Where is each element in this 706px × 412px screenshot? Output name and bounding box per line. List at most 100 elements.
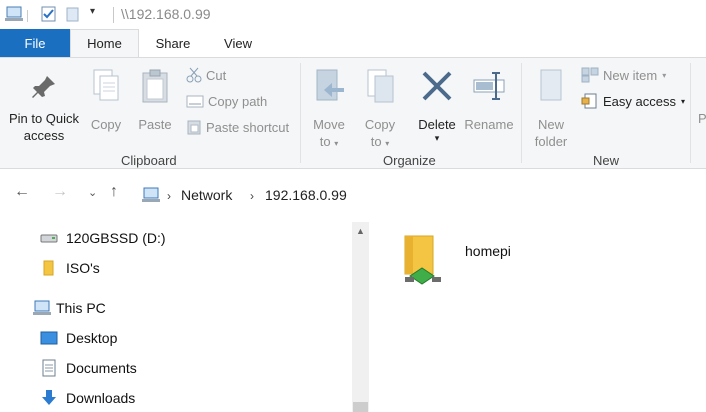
breadcrumb-chevron-icon[interactable]: › [167, 189, 171, 203]
breadcrumb-chevron-icon[interactable]: › [250, 189, 254, 203]
nav-item-isos[interactable]: ISO's [40, 256, 100, 280]
network-folder-icon [404, 235, 441, 285]
easy-access-icon [581, 93, 597, 109]
copy-label: Copy [90, 117, 122, 132]
group-divider [521, 63, 522, 163]
pin-to-quick-access-button[interactable]: Pin to Quick access [4, 64, 84, 146]
nav-item-label: ISO's [66, 260, 100, 276]
qat-divider [27, 10, 28, 22]
scrollbar-thumb[interactable] [353, 402, 368, 412]
copy-to-label-line2-text: to [370, 134, 382, 149]
nav-item-drive-d[interactable]: 120GBSSD (D:) [40, 226, 166, 250]
nav-item-documents[interactable]: Documents [40, 356, 137, 380]
nav-item-downloads[interactable]: Downloads [40, 386, 135, 410]
new-folder-label-line2: folder [534, 134, 568, 149]
new-folder-qat-icon[interactable] [65, 5, 81, 23]
this-pc-icon [33, 300, 51, 315]
copy-path-icon [186, 95, 204, 108]
move-to-label-line2: to ▾ [306, 133, 352, 152]
back-arrow-icon[interactable]: ← [14, 183, 30, 201]
copy-to-icon [367, 69, 394, 103]
properties-icon[interactable] [40, 5, 58, 23]
new-folder-label-line1: New [537, 117, 564, 132]
pin-label-line2: access [23, 128, 65, 143]
network-share-item[interactable]: homepi [400, 232, 520, 292]
move-to-label-line1: Move [313, 117, 345, 132]
paste-button[interactable]: Paste [134, 64, 176, 146]
ribbon: Pin to Quick access Copy Paste Cut Copy … [0, 57, 706, 169]
copy-to-button[interactable]: Copy to ▾ [357, 64, 403, 149]
rename-button[interactable]: Rename [463, 64, 515, 146]
nav-item-label: This PC [56, 300, 106, 316]
copy-to-label-line2: to ▾ [357, 133, 403, 152]
group-divider [690, 63, 691, 163]
download-arrow-icon [42, 390, 56, 405]
title-bar [0, 0, 706, 29]
new-folder-icon [540, 69, 562, 101]
folder-icon [43, 260, 54, 276]
nav-item-label: Desktop [66, 330, 118, 346]
forward-arrow-icon[interactable]: → [52, 183, 68, 201]
recent-locations-chevron-icon[interactable]: ⌄ [88, 186, 97, 199]
new-item-label: New item [603, 67, 658, 83]
paste-label: Paste [138, 117, 172, 132]
clipboard-group-label: Clipboard [121, 153, 177, 168]
nav-pane-scrollbar[interactable] [352, 222, 369, 412]
copy-button[interactable]: Copy [86, 64, 126, 146]
computer-icon [5, 6, 23, 21]
pin-icon [32, 76, 55, 98]
move-to-button[interactable]: Move to ▾ [306, 64, 352, 149]
new-group-label: New [593, 153, 620, 168]
new-item-dropdown-arrow: ▾ [662, 70, 667, 80]
group-divider [300, 63, 301, 163]
copy-path-label: Copy path [208, 93, 268, 109]
new-folder-button[interactable]: New folder [527, 64, 575, 149]
title-divider [113, 7, 114, 23]
new-item-icon [581, 67, 599, 83]
move-to-icon [316, 69, 344, 101]
scroll-up-arrow-icon[interactable]: ▲ [352, 222, 369, 239]
move-to-label-line2-text: to [319, 134, 331, 149]
tab-view[interactable]: View [212, 29, 264, 57]
paste-shortcut-button[interactable]: Paste shortcut [186, 119, 289, 135]
nav-item-desktop[interactable]: Desktop [40, 326, 117, 350]
network-icon [142, 187, 160, 202]
paste-icon [142, 69, 168, 103]
nav-item-label: 120GBSSD (D:) [66, 230, 166, 246]
easy-access-dropdown-arrow: ▾ [680, 96, 685, 106]
pin-label-line1: Pin to Quick [8, 111, 80, 126]
tab-share[interactable]: Share [145, 29, 201, 57]
drive-icon [40, 234, 58, 243]
rename-icon [473, 72, 505, 100]
paste-shortcut-label: Paste shortcut [206, 119, 290, 135]
share-name-label: homepi [465, 243, 511, 259]
copy-path-button[interactable]: Copy path [186, 93, 267, 109]
customize-qat-dropdown[interactable]: ▾ [90, 6, 95, 17]
scissors-icon [186, 67, 202, 83]
delete-x-icon [422, 71, 452, 101]
up-arrow-icon[interactable]: ↑ [110, 183, 118, 201]
cut-button[interactable]: Cut [186, 67, 226, 83]
rename-label: Rename [464, 117, 514, 132]
new-item-button[interactable]: New item ▾ [581, 67, 666, 83]
window-title: \\192.168.0.99 [121, 6, 211, 22]
easy-access-button[interactable]: Easy access ▾ [581, 93, 685, 109]
copy-to-label-line1: Copy [364, 117, 396, 132]
delete-button[interactable]: Delete ▾ [414, 64, 460, 146]
breadcrumb-ip[interactable]: 192.168.0.99 [265, 187, 347, 203]
breadcrumb-network[interactable]: Network [181, 187, 232, 203]
documents-icon [42, 359, 56, 377]
copy-icon [93, 69, 119, 101]
delete-dropdown-arrow[interactable]: ▾ [414, 130, 460, 147]
copy-to-dropdown-arrow: ▾ [385, 139, 390, 148]
nav-item-label: Documents [66, 360, 137, 376]
tab-home[interactable]: Home [70, 29, 139, 57]
nav-item-this-pc[interactable]: This PC [32, 296, 106, 320]
tab-file[interactable]: File [0, 29, 70, 57]
nav-item-label: Downloads [66, 390, 136, 406]
desktop-icon [40, 331, 58, 345]
organize-group-label: Organize [383, 153, 436, 168]
paste-shortcut-icon [187, 120, 201, 135]
cut-label: Cut [206, 67, 227, 83]
easy-access-label: Easy access [603, 93, 676, 109]
